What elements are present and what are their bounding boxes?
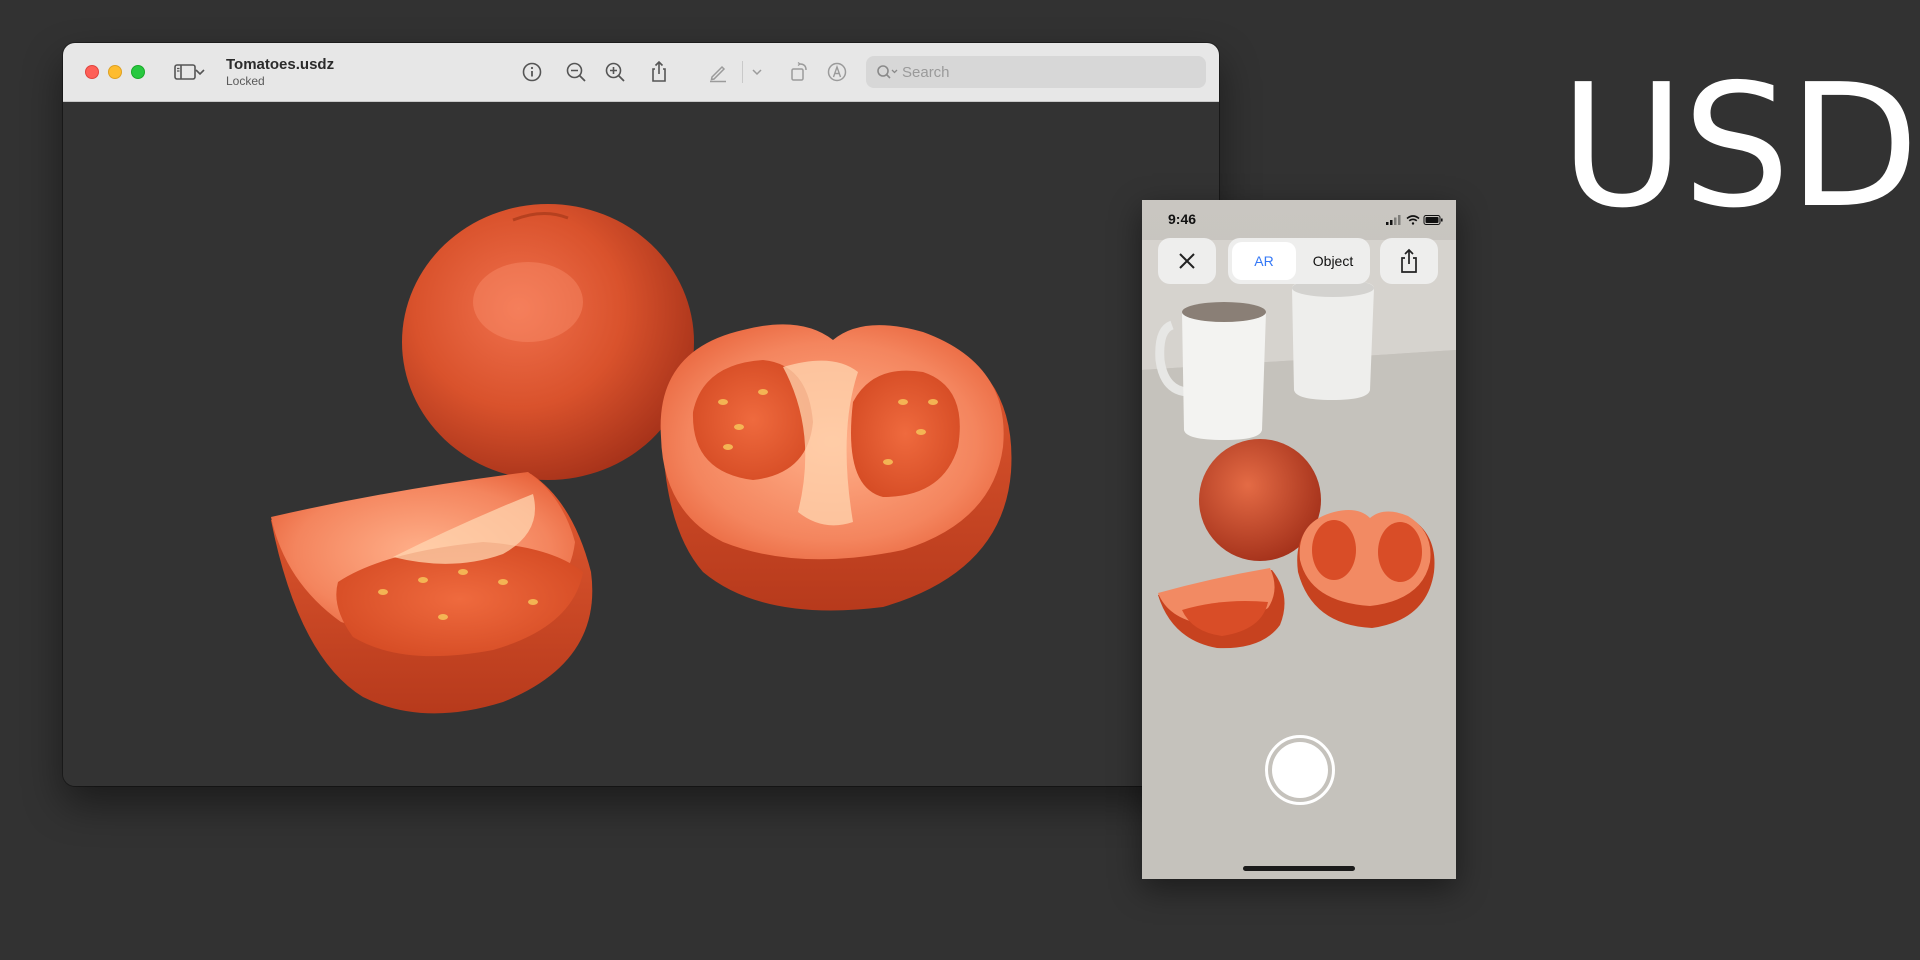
document-title: Tomatoes.usdz	[226, 56, 335, 73]
share-button[interactable]	[645, 58, 673, 86]
zoom-in-button[interactable]	[601, 58, 629, 86]
status-time: 9:46	[1168, 211, 1197, 227]
rotate-button[interactable]	[785, 58, 813, 86]
phone-share-button[interactable]	[1380, 238, 1438, 284]
annotate-icon	[827, 62, 847, 82]
markup-menu-chevron[interactable]	[749, 58, 765, 86]
mode-segmented-control: AR Object	[1228, 238, 1370, 284]
tomato-3d-model[interactable]	[63, 102, 1219, 786]
toolbar-divider	[742, 61, 743, 83]
close-icon	[1179, 253, 1195, 269]
home-indicator[interactable]	[1243, 866, 1355, 871]
shutter-button-inner	[1272, 742, 1328, 798]
markup-pen-icon	[710, 65, 726, 83]
model-viewport[interactable]	[63, 102, 1219, 786]
search-field[interactable]	[866, 56, 1206, 88]
share-icon	[652, 60, 666, 82]
search-icon	[877, 65, 898, 79]
share-icon	[1401, 248, 1417, 273]
status-icons	[1386, 213, 1444, 231]
window-toolbar: Tomatoes.usdz Locked	[63, 43, 1219, 102]
minimize-window-button[interactable]	[108, 65, 122, 79]
markup-button[interactable]	[704, 58, 732, 86]
zoom-out-button[interactable]	[562, 58, 590, 86]
document-status: Locked	[226, 74, 265, 88]
chevron-down-icon	[195, 69, 205, 76]
object-mode-tab[interactable]: Object	[1300, 242, 1366, 280]
info-button[interactable]	[518, 58, 546, 86]
ar-mode-tab[interactable]: AR	[1232, 242, 1296, 280]
signal-icon	[1386, 215, 1401, 225]
whole-tomato	[402, 204, 694, 480]
tomato-wedge	[271, 472, 593, 714]
chevron-down-icon	[752, 69, 762, 76]
search-input[interactable]	[902, 56, 1192, 88]
quicklook-window: Tomatoes.usdz Locked	[63, 43, 1219, 786]
battery-icon	[1423, 215, 1443, 225]
iphone-ar-view: 9:46 AR Object	[1142, 200, 1456, 879]
zoom-out-icon	[566, 62, 586, 82]
half-tomato	[660, 324, 1012, 611]
wifi-icon	[1406, 215, 1420, 225]
zoom-in-icon	[605, 62, 625, 82]
mug-back	[1292, 279, 1374, 400]
info-icon	[522, 62, 542, 82]
close-window-button[interactable]	[85, 65, 99, 79]
close-button[interactable]	[1158, 238, 1216, 284]
brand-title: USDz	[1560, 48, 1920, 246]
sidebar-menu-chevron[interactable]	[193, 58, 207, 86]
rotate-icon	[791, 61, 807, 81]
shutter-button[interactable]	[1265, 735, 1335, 805]
annotate-button[interactable]	[823, 58, 851, 86]
fullscreen-window-button[interactable]	[131, 65, 145, 79]
